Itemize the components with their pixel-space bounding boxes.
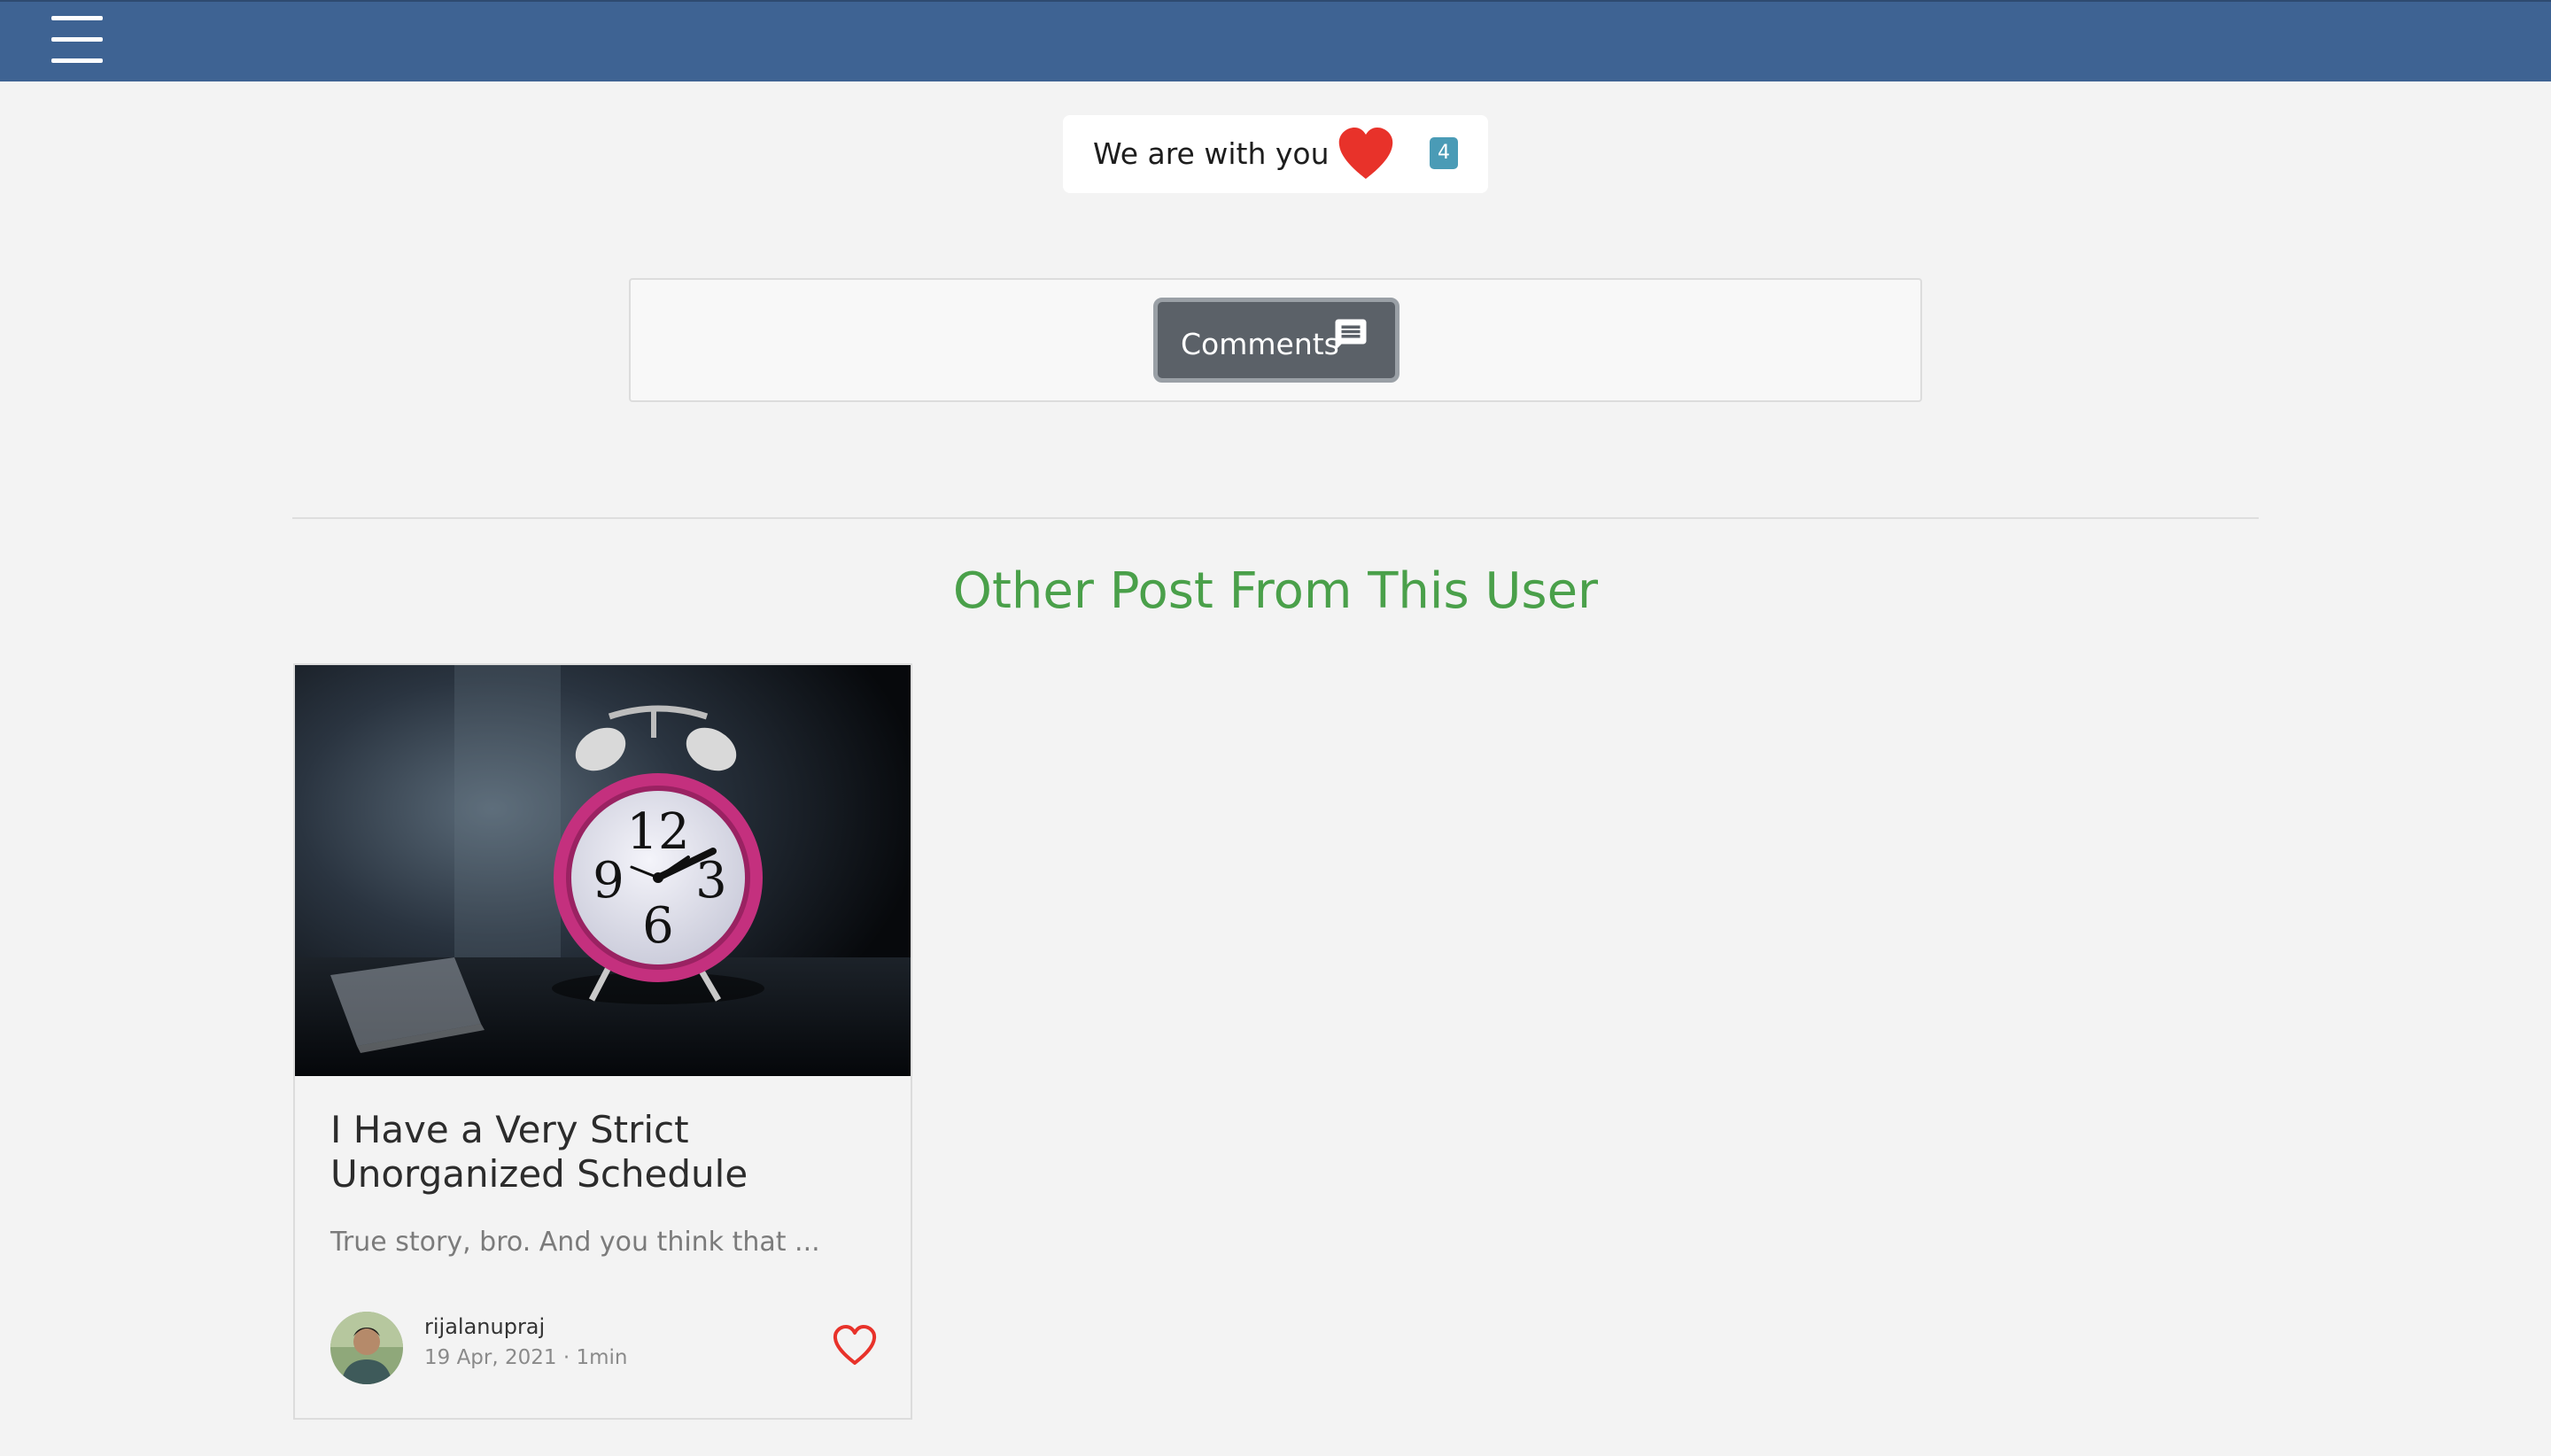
like-count-badge: 4 — [1430, 137, 1458, 169]
heart-filled-icon[interactable] — [1338, 128, 1394, 181]
author-avatar[interactable] — [330, 1312, 403, 1384]
top-navbar — [0, 0, 2551, 81]
svg-text:6: 6 — [642, 897, 674, 955]
comments-button-label: Comments — [1181, 327, 1339, 361]
svg-text:12: 12 — [626, 803, 689, 861]
post-meta: 19 Apr, 2021 · 1min — [424, 1346, 628, 1369]
heart-outline-icon[interactable] — [832, 1324, 878, 1367]
section-title: Other Post From This User — [952, 562, 1599, 620]
alarm-clock-photo[interactable]: 12 9 3 6 — [295, 665, 911, 1076]
comments-button[interactable]: Comments — [1153, 298, 1400, 383]
section-divider — [292, 517, 2259, 519]
support-text: We are with you — [1093, 136, 1330, 171]
hamburger-menu-icon[interactable] — [51, 16, 105, 64]
post-title[interactable]: I Have a Very Strict Unorganized Schedul… — [330, 1108, 880, 1197]
support-pill: We are with you 4 — [1063, 115, 1488, 193]
post-excerpt: True story, bro. And you think that ... — [330, 1227, 820, 1258]
author-name[interactable]: rijalanupraj — [424, 1312, 545, 1342]
svg-text:9: 9 — [593, 852, 624, 910]
comment-bubble-icon — [1335, 319, 1367, 351]
comments-panel: Comments — [629, 278, 1922, 402]
post-card[interactable]: 12 9 3 6 I Have a Very Strict Unorganize… — [293, 663, 912, 1420]
